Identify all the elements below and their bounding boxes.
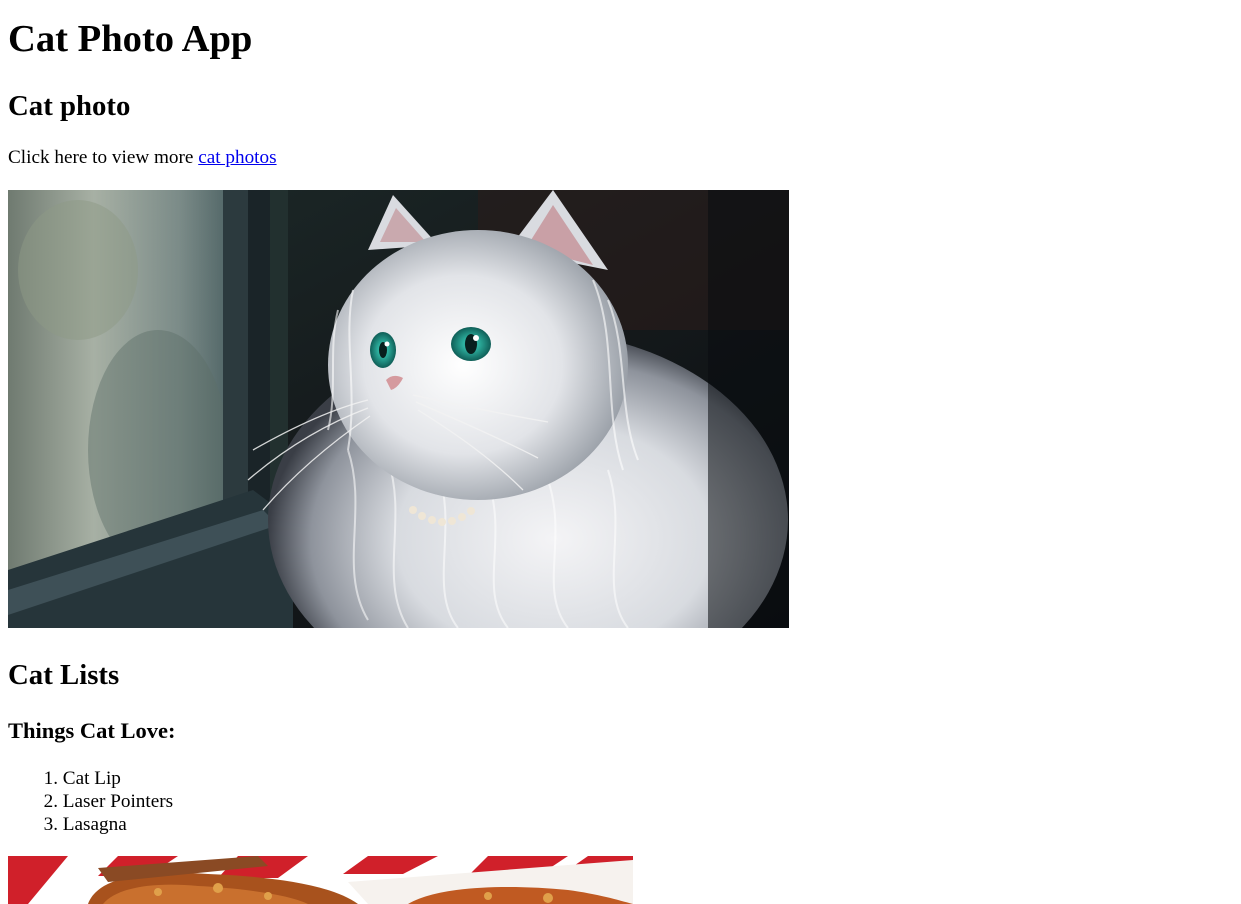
lasagna-image (8, 856, 633, 904)
list-item: 3. Lasagna (8, 813, 173, 836)
intro-text: Click here to view more (8, 147, 199, 168)
intro-paragraph: Click here to view more cat photos (8, 147, 277, 169)
list-item: 2. Laser Pointers (8, 790, 174, 813)
cat-photos-link[interactable]: cat photos (198, 147, 276, 168)
page-title: Cat Photo App (8, 18, 253, 60)
things-cat-love-list: 1. Cat Lip 2. Laser Pointers 3. Lasagna (8, 767, 174, 836)
cat-lists-heading: Cat Lists (8, 659, 120, 691)
list-item-number: 1. (43, 768, 58, 789)
list-item-number: 3. (43, 814, 58, 835)
things-cat-love-heading: Things Cat Love: (8, 718, 176, 743)
list-item: 1. Cat Lip (8, 767, 173, 790)
list-item-label: Lasagna (62, 814, 127, 835)
list-item-label: Laser Pointers (62, 791, 174, 812)
cat-image[interactable] (8, 190, 789, 628)
cat-photo-heading: Cat photo (8, 90, 131, 122)
list-item-number: 2. (43, 791, 58, 812)
list-item-label: Cat Lip (62, 768, 121, 789)
